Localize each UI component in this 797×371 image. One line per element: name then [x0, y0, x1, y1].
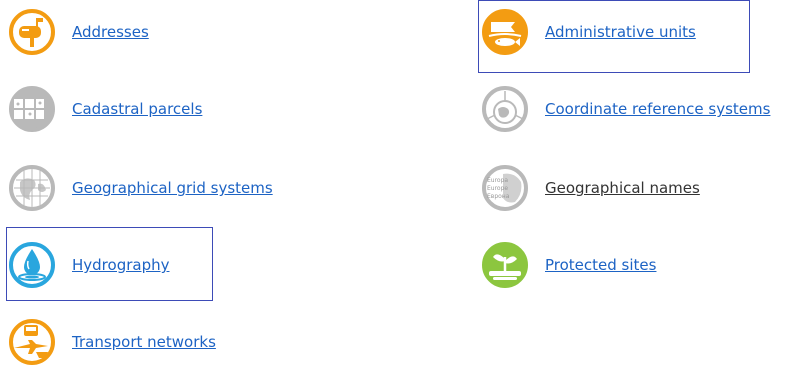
theme-label-coordinate-reference-systems[interactable]: Coordinate reference systems: [545, 100, 770, 118]
theme-label-geographical-names[interactable]: Geographical names: [545, 179, 700, 197]
theme-addresses[interactable]: Addresses: [8, 8, 149, 56]
theme-label-hydrography[interactable]: Hydrography: [72, 256, 169, 274]
theme-geographical-names[interactable]: Europa Europe Еврона Geographical names: [481, 164, 700, 212]
europe-names-icon: Europa Europe Еврона: [481, 164, 529, 212]
theme-label-cadastral-parcels[interactable]: Cadastral parcels: [72, 100, 202, 118]
water-drop-icon: [8, 241, 56, 289]
theme-administrative-units[interactable]: Administrative units: [481, 8, 696, 56]
theme-protected-sites[interactable]: Protected sites: [481, 241, 656, 289]
mailbox-icon: [8, 8, 56, 56]
theme-label-administrative-units[interactable]: Administrative units: [545, 23, 696, 41]
europe-name-2: Europe: [487, 185, 508, 192]
transport-icon: [8, 318, 56, 366]
europe-name-3: Еврона: [487, 193, 510, 200]
theme-label-transport-networks[interactable]: Transport networks: [72, 333, 216, 351]
theme-label-addresses[interactable]: Addresses: [72, 23, 149, 41]
theme-transport-networks[interactable]: Transport networks: [8, 318, 216, 366]
plant-icon: [481, 241, 529, 289]
theme-label-geographical-grid-systems[interactable]: Geographical grid systems: [72, 179, 273, 197]
theme-cadastral-parcels[interactable]: Cadastral parcels: [8, 85, 202, 133]
theme-label-protected-sites[interactable]: Protected sites: [545, 256, 656, 274]
theme-coordinate-reference-systems[interactable]: Coordinate reference systems: [481, 85, 770, 133]
axes-globe-icon: [481, 85, 529, 133]
grid-globe-icon: [8, 164, 56, 212]
parcels-icon: [8, 85, 56, 133]
theme-hydrography[interactable]: Hydrography: [8, 241, 169, 289]
theme-geographical-grid-systems[interactable]: Geographical grid systems: [8, 164, 273, 212]
europe-name-1: Europa: [487, 177, 508, 184]
flag-fish-icon: [481, 8, 529, 56]
